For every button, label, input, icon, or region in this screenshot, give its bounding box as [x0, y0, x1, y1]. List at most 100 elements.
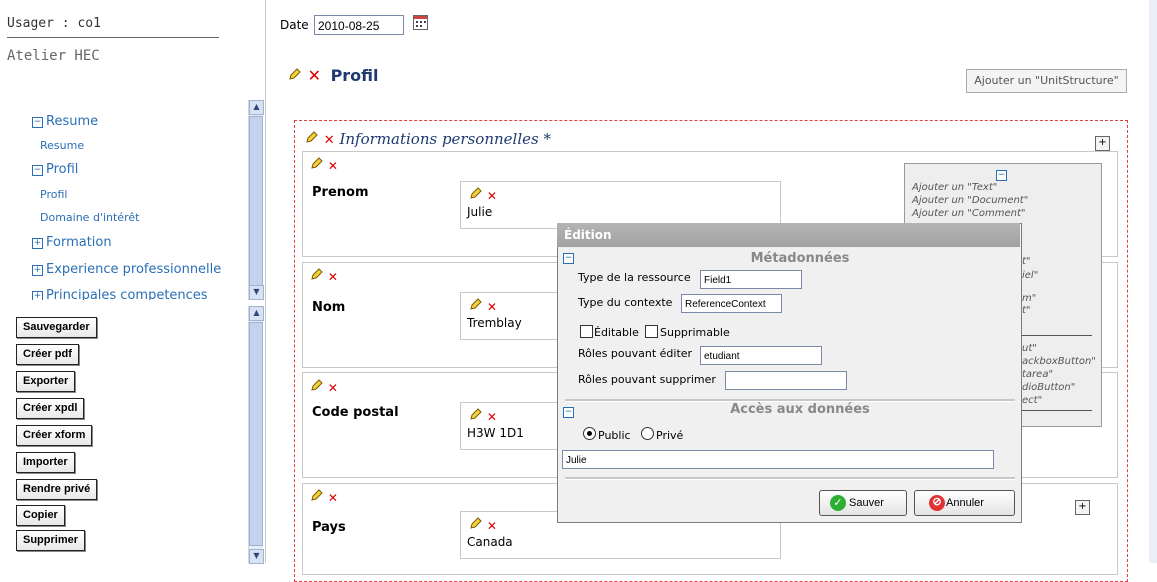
- nav-subitem-resume[interactable]: Resume: [40, 139, 84, 152]
- left-panel: Usager : co1 Atelier HEC − Resume Resume …: [0, 0, 266, 564]
- dialog-title[interactable]: Édition: [557, 223, 1020, 247]
- nav-subitem-domaine[interactable]: Domaine d'intérêt: [40, 211, 139, 224]
- field-value-box[interactable]: ✕ Julie: [460, 181, 781, 229]
- dialog-save-button[interactable]: ✓ Sauver: [819, 490, 907, 516]
- scroll-up-icon[interactable]: ▲: [249, 100, 264, 115]
- collapse-icon[interactable]: −: [32, 117, 43, 128]
- resource-type-input[interactable]: Field1: [700, 270, 802, 289]
- delete-x-icon[interactable]: ✕: [308, 66, 321, 85]
- add-comment-link[interactable]: Ajouter un "Comment": [912, 208, 1026, 219]
- create-xform-button[interactable]: Créer xform: [16, 425, 93, 446]
- edit-pencil-icon[interactable]: [310, 156, 324, 170]
- edit-pencil-icon[interactable]: [310, 267, 324, 281]
- side-item-partial[interactable]: ackboxButton": [1022, 356, 1096, 367]
- delete-x-icon[interactable]: ✕: [328, 381, 338, 395]
- field-value: Julie: [467, 205, 493, 219]
- date-input[interactable]: 2010-08-25: [314, 15, 404, 35]
- delete-x-icon[interactable]: ✕: [487, 189, 497, 203]
- delete-x-icon[interactable]: ✕: [328, 159, 338, 173]
- field-label: Code postal: [312, 405, 399, 420]
- scroll-down-icon[interactable]: ▼: [249, 285, 264, 300]
- copy-button[interactable]: Copier: [16, 505, 65, 526]
- save-button[interactable]: Sauvegarder: [16, 317, 97, 338]
- side-item-partial[interactable]: tarea": [1022, 369, 1053, 380]
- edit-pencil-icon[interactable]: [288, 67, 302, 81]
- add-document-link[interactable]: Ajouter un "Document": [912, 195, 1028, 206]
- collapse-icon[interactable]: −: [563, 407, 574, 418]
- side-item-partial[interactable]: t": [1022, 256, 1031, 267]
- add-text-link[interactable]: Ajouter un "Text": [912, 182, 997, 193]
- nav-item-competences[interactable]: + Principales competences: [32, 288, 208, 300]
- delete-button[interactable]: Supprimer: [16, 530, 86, 551]
- edit-pencil-icon[interactable]: [469, 516, 483, 530]
- expand-icon[interactable]: +: [32, 291, 43, 300]
- deletable-label: Supprimable: [660, 326, 730, 339]
- nav-item-experience[interactable]: + Experience professionnelle: [32, 262, 221, 277]
- side-item-partial[interactable]: t": [1022, 305, 1031, 316]
- side-item-partial[interactable]: dioButton": [1022, 382, 1075, 393]
- actions-scrollbar[interactable]: ▲ ▼: [248, 306, 264, 564]
- expand-icon[interactable]: +: [32, 238, 43, 249]
- edit-pencil-icon[interactable]: [469, 297, 483, 311]
- private-radio[interactable]: [641, 427, 654, 440]
- scroll-down-icon[interactable]: ▼: [249, 549, 264, 564]
- make-private-button[interactable]: Rendre privé: [16, 479, 98, 500]
- public-radio[interactable]: [583, 427, 596, 440]
- side-item-partial[interactable]: ut": [1022, 343, 1037, 354]
- edit-roles-input[interactable]: etudiant: [700, 346, 822, 365]
- field-value: Tremblay: [467, 316, 522, 330]
- create-pdf-button[interactable]: Créer pdf: [16, 344, 79, 365]
- main-scrollbar[interactable]: [1149, 0, 1157, 563]
- calendar-icon[interactable]: [413, 15, 428, 30]
- collapse-icon[interactable]: −: [563, 253, 574, 264]
- workshop-name: Atelier HEC: [7, 48, 100, 64]
- delete-x-icon[interactable]: ✕: [487, 410, 497, 424]
- access-input[interactable]: Julie: [562, 450, 994, 469]
- nav-item-label: Principales competences: [46, 288, 208, 300]
- edit-pencil-icon[interactable]: [310, 488, 324, 502]
- nav-subitem-profil[interactable]: Profil: [40, 188, 67, 201]
- side-item-partial[interactable]: m": [1022, 293, 1036, 304]
- nav-item-resume[interactable]: − Resume: [32, 114, 98, 129]
- add-icon[interactable]: +: [1095, 136, 1110, 151]
- access-header: Accès aux données: [730, 402, 870, 417]
- edit-pencil-icon[interactable]: [469, 186, 483, 200]
- add-icon[interactable]: +: [1075, 500, 1090, 515]
- delete-roles-input[interactable]: [725, 371, 847, 390]
- scroll-thumb[interactable]: [249, 322, 263, 546]
- scroll-up-icon[interactable]: ▲: [249, 306, 264, 321]
- editable-checkbox[interactable]: [580, 325, 593, 338]
- edit-pencil-icon[interactable]: [310, 378, 324, 392]
- export-button[interactable]: Exporter: [16, 371, 76, 392]
- private-label: Privé: [656, 429, 684, 442]
- dialog-cancel-button[interactable]: ⊘ Annuler: [914, 490, 1015, 516]
- side-item-partial[interactable]: iel": [1022, 270, 1038, 281]
- section-divider: [565, 477, 1015, 480]
- delete-x-icon[interactable]: ✕: [487, 300, 497, 314]
- delete-x-icon[interactable]: ✕: [487, 519, 497, 533]
- context-type-input[interactable]: ReferenceContext: [681, 294, 782, 313]
- create-xpdl-button[interactable]: Créer xpdl: [16, 398, 85, 419]
- row-actions: ✕: [310, 488, 338, 505]
- delete-x-icon[interactable]: ✕: [328, 270, 338, 284]
- navigation-tree: − Resume Resume − Profil Profil Domaine d'…: [0, 100, 248, 300]
- expand-icon[interactable]: +: [32, 265, 43, 276]
- nav-item-formation[interactable]: + Formation: [32, 235, 112, 250]
- import-button[interactable]: Importer: [16, 452, 75, 473]
- edit-pencil-icon[interactable]: [305, 130, 319, 144]
- user-label: Usager : co1: [7, 16, 219, 38]
- cancel-label: Annuler: [946, 497, 984, 509]
- delete-x-icon[interactable]: ✕: [328, 491, 338, 505]
- collapse-icon[interactable]: −: [996, 170, 1007, 181]
- delete-x-icon[interactable]: ✕: [324, 133, 335, 148]
- edit-pencil-icon[interactable]: [469, 407, 483, 421]
- collapse-icon[interactable]: −: [32, 165, 43, 176]
- scroll-thumb[interactable]: [249, 116, 263, 286]
- nav-item-profil[interactable]: − Profil: [32, 162, 78, 177]
- nav-scrollbar[interactable]: ▲ ▼: [248, 100, 264, 300]
- deletable-checkbox[interactable]: [645, 325, 658, 338]
- side-item-partial[interactable]: ect": [1022, 395, 1042, 406]
- add-unit-structure-button[interactable]: Ajouter un "UnitStructure": [966, 69, 1127, 93]
- nav-item-label: Experience professionnelle: [46, 262, 222, 277]
- public-label: Public: [598, 429, 631, 442]
